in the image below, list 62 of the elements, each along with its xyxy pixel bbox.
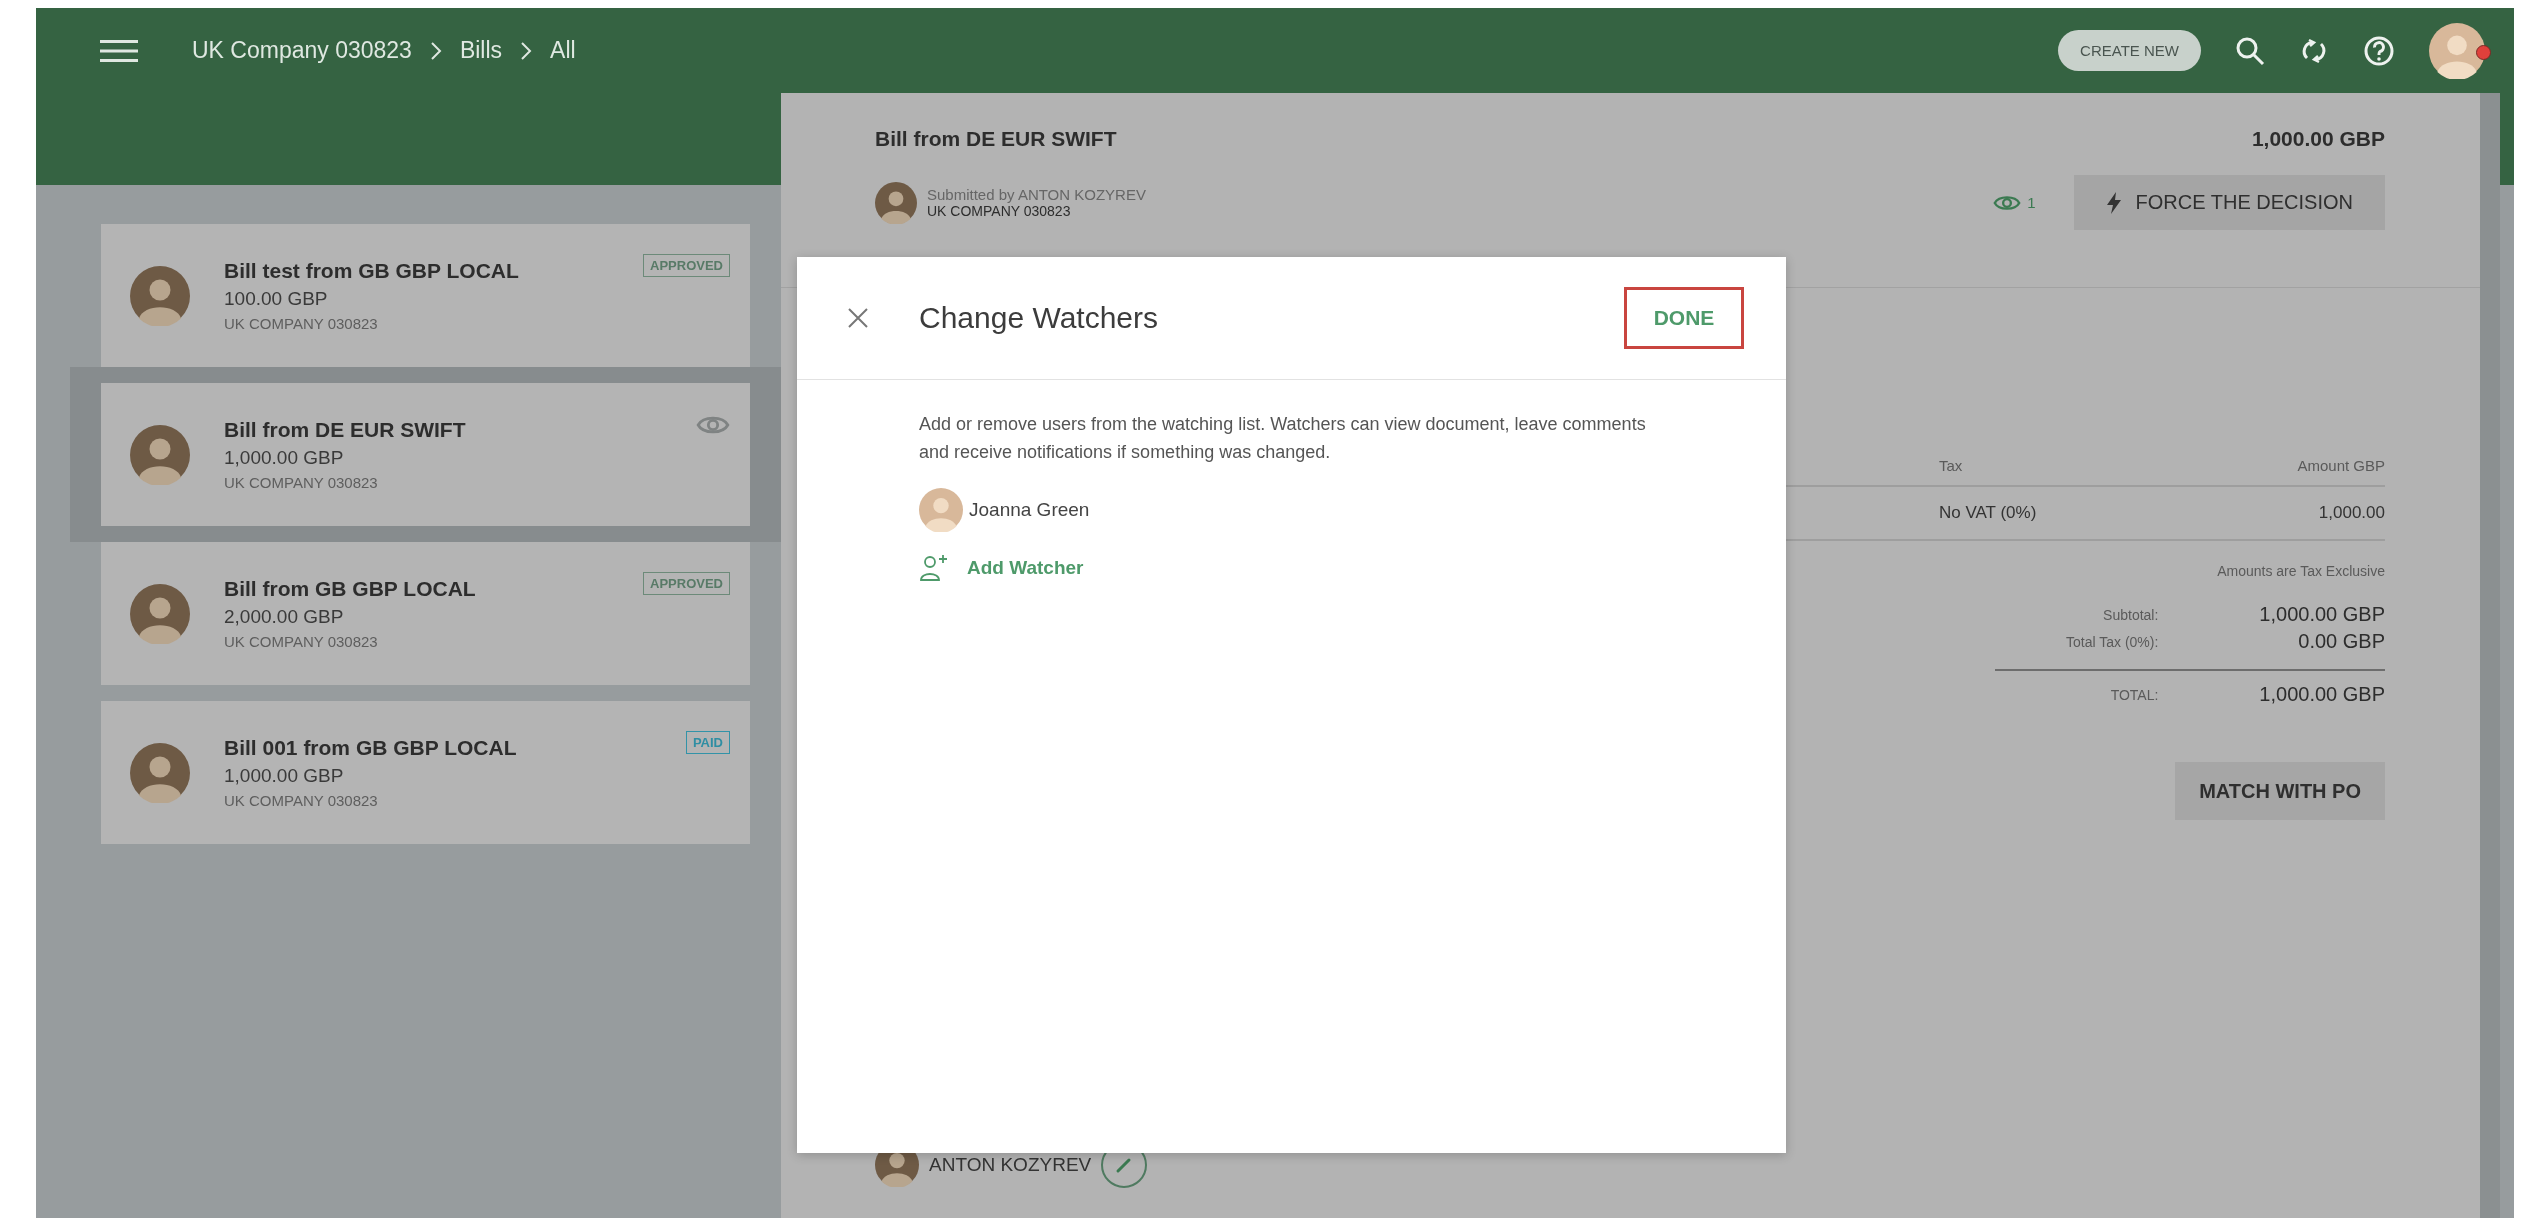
bolt-icon bbox=[2105, 191, 2122, 214]
company-name: UK COMPANY 030823 bbox=[224, 474, 379, 491]
total-label: Total Tax (0%): bbox=[2066, 633, 2159, 650]
avatar-icon bbox=[875, 181, 917, 224]
bill-amount: 100.00 GBP bbox=[224, 288, 329, 310]
bill-card[interactable]: Bill test from GB GBP LOCAL 100.00 GBP UK COMPANY 030823 APPROVED bbox=[101, 224, 750, 367]
approver-name: ANTON KOZYREV bbox=[929, 1154, 1092, 1176]
bill-title: Bill from DE EUR SWIFT bbox=[875, 127, 1117, 151]
bill-title: Bill 001 from GB GBP LOCAL bbox=[224, 736, 518, 760]
total-value: 1,000.00 GBP bbox=[2259, 603, 2385, 626]
match-with-po-button[interactable]: MATCH WITH PO bbox=[2175, 762, 2385, 820]
bill-amount: 1,000.00 GBP bbox=[2251, 127, 2385, 151]
force-decision-button[interactable]: FORCE THE DECISION bbox=[2073, 175, 2385, 230]
bill-amount: 1,000.00 GBP bbox=[224, 765, 345, 787]
company-name: UK COMPANY 030823 bbox=[224, 633, 379, 650]
status-badge: APPROVED bbox=[643, 572, 730, 595]
close-icon[interactable] bbox=[847, 307, 869, 329]
avatar-icon bbox=[130, 583, 190, 644]
bill-amount: 1,000.00 GBP bbox=[224, 447, 345, 469]
avatar-icon bbox=[130, 742, 190, 803]
dialog-title: Change Watchers bbox=[919, 301, 1159, 335]
status-badge: APPROVED bbox=[643, 254, 730, 277]
bill-amount: 2,000.00 GBP bbox=[224, 606, 345, 628]
search-icon[interactable] bbox=[2235, 35, 2265, 66]
bill-title: Bill from DE EUR SWIFT bbox=[224, 418, 467, 442]
bill-card[interactable]: Bill from DE EUR SWIFT 1,000.00 GBP UK COMPANY 030823 bbox=[101, 383, 750, 526]
bill-card[interactable]: Bill 001 from GB GBP LOCAL 1,000.00 GBP UK COMPANY 030823 PAID bbox=[101, 701, 750, 844]
bill-title: Bill test from GB GBP LOCAL bbox=[224, 259, 520, 283]
table-cell: No VAT (0%) bbox=[1939, 503, 2037, 523]
chevron-icon bbox=[520, 40, 533, 61]
breadcrumb-link[interactable]: UK Company 030823 bbox=[192, 37, 412, 64]
avatar-icon bbox=[919, 488, 963, 532]
submitted-by-text: Submitted by ANTON KOZYREV bbox=[927, 186, 1146, 203]
column-header: Tax bbox=[1939, 456, 1963, 474]
breadcrumb-link[interactable]: Bills bbox=[459, 37, 503, 64]
done-button[interactable]: DONE bbox=[1624, 287, 1744, 349]
company-name: UK COMPANY 030823 bbox=[224, 315, 379, 332]
tax-note: Amounts are Tax Exclusive bbox=[2217, 563, 2385, 579]
bill-card[interactable]: Bill from GB GBP LOCAL 2,000.00 GBP UK COMPANY 030823 APPROVED bbox=[101, 542, 750, 685]
watcher-count: 1 bbox=[2027, 194, 2036, 211]
help-icon[interactable] bbox=[2363, 34, 2395, 67]
company-name: UK COMPANY 030823 bbox=[927, 203, 1072, 219]
chevron-icon bbox=[429, 40, 442, 61]
add-user-icon bbox=[919, 554, 949, 582]
watcher-name: Joanna Green bbox=[969, 499, 1090, 521]
bill-title: Bill from GB GBP LOCAL bbox=[224, 577, 477, 601]
table-cell: 1,000.00 bbox=[2318, 503, 2385, 523]
total-label: TOTAL: bbox=[2110, 686, 2159, 703]
avatar-icon bbox=[130, 424, 190, 485]
column-header: Amount GBP bbox=[2297, 456, 2385, 474]
breadcrumb-link[interactable]: All bbox=[550, 37, 576, 64]
total-value: 1,000.00 GBP bbox=[2259, 683, 2385, 706]
avatar-icon[interactable] bbox=[2429, 22, 2485, 79]
company-name: UK COMPANY 030823 bbox=[224, 792, 379, 809]
create-new-button[interactable]: CREATE NEW bbox=[2058, 30, 2201, 71]
add-watcher-link[interactable]: Add Watcher bbox=[919, 554, 1084, 582]
menu-icon[interactable] bbox=[100, 37, 138, 64]
total-value: 0.00 GBP bbox=[2298, 630, 2385, 653]
total-label: Subtotal: bbox=[2103, 606, 2159, 623]
description-text: Add or remove users from the watching list. Watchers can view document, leave comments and receive notifications if something was changed. bbox=[919, 413, 1647, 464]
avatar-icon bbox=[130, 265, 190, 326]
status-badge: PAID bbox=[685, 731, 730, 754]
